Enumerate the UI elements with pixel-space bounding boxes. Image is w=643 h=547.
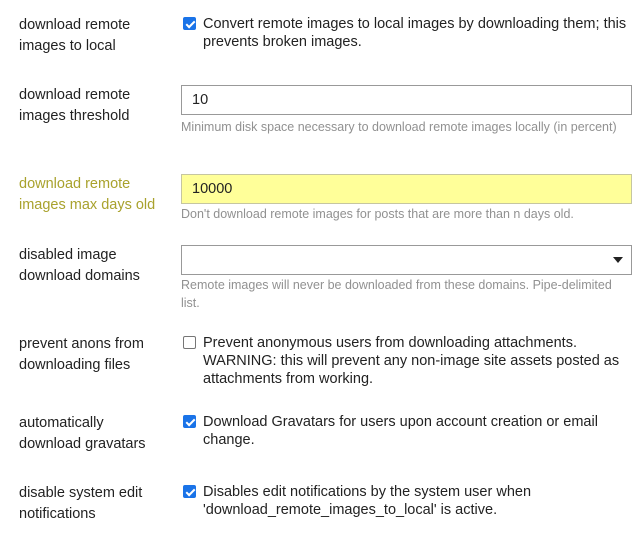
disable-system-edit-notifications-checkbox[interactable] [183,485,196,498]
prevent-anons-from-downloading-files-checkbox[interactable] [183,336,196,349]
prevent-anons-from-downloading-files-description: Prevent anonymous users from downloading… [203,335,620,387]
download-remote-images-max-days-old-input[interactable]: 10000 [181,174,632,204]
setting-label-disable-system-edit-notifications: disable system edit notifications [19,485,143,522]
setting-label-prevent-anons-from-downloading-files: prevent anons from downloading files [19,336,144,373]
download-remote-images-threshold-input[interactable]: 10 [181,85,632,115]
setting-label-download-remote-images-to-local: download remote images to local [19,17,131,54]
download-remote-images-threshold-help: Minimum disk space necessary to download… [181,120,617,134]
download-remote-images-to-local-description: Convert remote images to local images by… [203,16,627,50]
chevron-down-icon[interactable] [613,257,623,263]
setting-label-disabled-image-download-domains: disabled image download domains [19,247,140,284]
setting-label-automatically-download-gravatars: automatically download gravatars [19,415,146,452]
automatically-download-gravatars-description: Download Gravatars for users upon accoun… [203,414,598,448]
download-remote-images-max-days-old-help: Don't download remote images for posts t… [181,207,574,221]
disable-system-edit-notifications-description: Disables edit notifications by the syste… [203,484,532,518]
disabled-image-download-domains-help: Remote images will never be downloaded f… [181,278,612,310]
disabled-image-download-domains-select[interactable] [181,245,632,275]
download-remote-images-to-local-checkbox[interactable] [183,17,196,30]
automatically-download-gravatars-checkbox[interactable] [183,415,196,428]
setting-label-download-remote-images-threshold: download remote images threshold [19,87,131,124]
setting-label-download-remote-images-max-days-old: download remote images max days old [19,176,156,213]
